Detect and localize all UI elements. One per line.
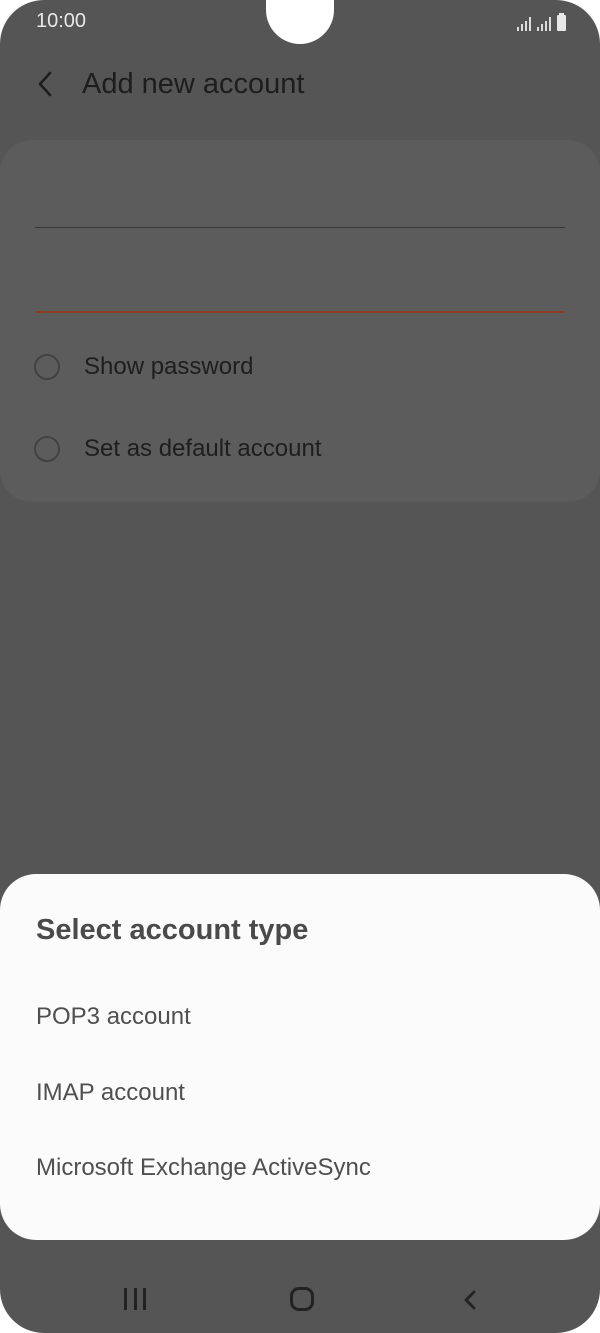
app-bar: Add new account — [0, 56, 600, 116]
recent-apps-icon[interactable] — [124, 1288, 146, 1310]
navigation-bar — [0, 1270, 600, 1330]
page-title: Add new account — [82, 68, 305, 100]
default-account-label: Set as default account — [84, 435, 322, 462]
option-pop3[interactable]: POP3 account — [36, 997, 566, 1037]
password-field[interactable] — [35, 311, 565, 313]
status-icons — [517, 11, 566, 31]
home-icon[interactable] — [290, 1287, 314, 1311]
back-arrow-icon[interactable] — [30, 66, 62, 102]
option-exchange-activesync[interactable]: Microsoft Exchange ActiveSync — [36, 1148, 566, 1188]
option-imap[interactable]: IMAP account — [36, 1073, 566, 1113]
show-password-option[interactable]: Show password — [34, 347, 253, 387]
signal-icon — [537, 15, 551, 31]
default-account-option[interactable]: Set as default account — [34, 429, 322, 469]
status-time: 10:00 — [36, 10, 87, 32]
show-password-radio[interactable] — [34, 354, 60, 380]
sheet-title: Select account type — [36, 914, 309, 946]
status-bar: 10:00 — [0, 0, 600, 44]
back-icon[interactable] — [460, 1286, 480, 1314]
phone-screen: 10:00 Add new account Show password Set … — [0, 0, 600, 1333]
account-form-card: Show password Set as default account — [0, 140, 600, 502]
show-password-label: Show password — [84, 353, 254, 380]
account-type-sheet: Select account type POP3 account IMAP ac… — [0, 874, 600, 1240]
signal-icon — [517, 15, 531, 31]
battery-icon — [557, 13, 566, 31]
email-field[interactable] — [35, 227, 565, 228]
default-account-radio[interactable] — [34, 436, 60, 462]
